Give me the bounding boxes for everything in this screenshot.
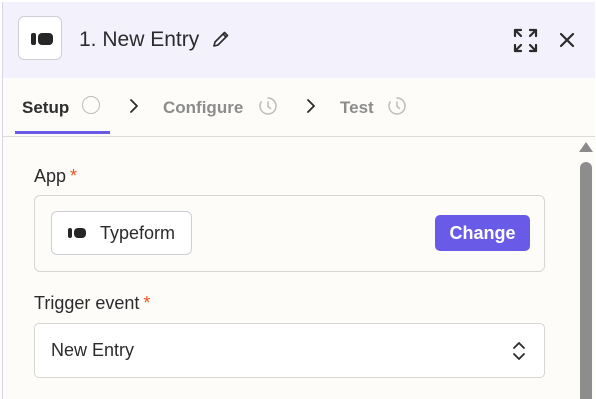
clock-icon (259, 97, 277, 115)
chevron-right-icon (307, 99, 315, 113)
tab-test[interactable]: Test (340, 98, 374, 118)
trigger-event-value: New Entry (51, 340, 135, 360)
required-marker: * (143, 293, 151, 313)
expand-icon[interactable] (513, 28, 538, 53)
step-editor-panel: 1. New Entry Setup Configure Test App * … (2, 2, 595, 399)
scroll-up-arrow[interactable] (579, 142, 593, 152)
selected-app-chip: Typeform (51, 211, 192, 255)
chevron-right-icon (130, 99, 138, 113)
typeform-logo-icon (68, 228, 86, 238)
app-label-text: App (34, 166, 67, 186)
tab-setup[interactable]: Setup (22, 98, 69, 118)
trigger-event-label-text: Trigger event (34, 293, 140, 313)
empty-circle-icon (82, 96, 100, 114)
app-logo (18, 16, 62, 60)
tab-configure[interactable]: Configure (163, 98, 243, 118)
trigger-event-select[interactable]: New Entry (34, 323, 545, 378)
close-icon[interactable] (558, 31, 576, 49)
chevron-up-down-icon (513, 342, 525, 360)
change-app-button[interactable]: Change (435, 215, 530, 251)
selected-app-name: Typeform (100, 223, 176, 243)
app-field-label: App * (34, 166, 77, 187)
step-title: 1. New Entry (79, 28, 200, 51)
app-selector-card: Typeform Change (34, 195, 545, 272)
step-header: 1. New Entry (3, 2, 595, 78)
scrollbar-thumb[interactable] (580, 162, 592, 399)
active-tab-indicator (15, 131, 110, 134)
pencil-icon[interactable] (211, 29, 231, 49)
required-marker: * (70, 166, 78, 186)
typeform-logo-icon (31, 33, 53, 45)
trigger-event-field-label: Trigger event * (34, 293, 150, 314)
clock-icon (388, 97, 406, 115)
